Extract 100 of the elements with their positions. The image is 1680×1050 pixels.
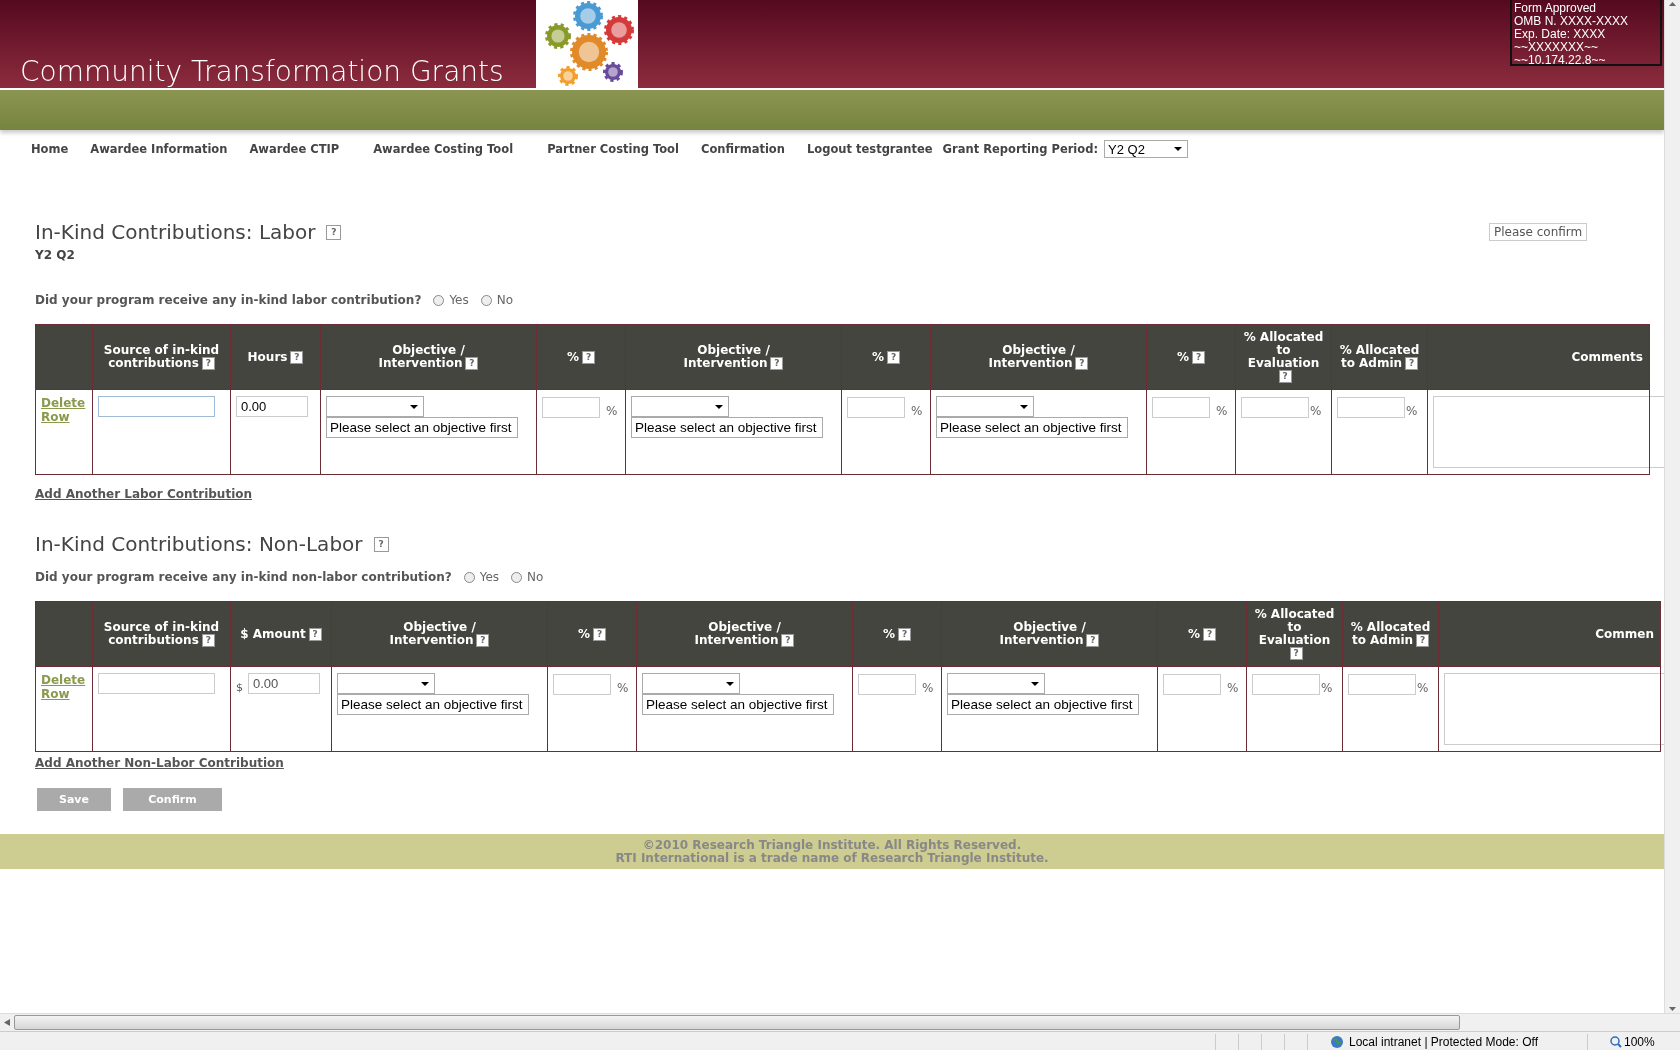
caret-icon (726, 681, 734, 686)
help-button[interactable]: ? (593, 627, 606, 641)
horizontal-scrollbar[interactable] (0, 1013, 1680, 1031)
zoom-level[interactable]: 100% (1624, 1035, 1680, 1049)
column-header: % ? (1146, 324, 1236, 390)
column-header: Objective / Intervention ? (320, 324, 537, 390)
scroll-up-icon[interactable] (1669, 2, 1676, 6)
column-header: % Allocated to Evaluation ? (1246, 601, 1343, 667)
objective-dropdown[interactable] (642, 673, 740, 694)
intervention-dropdown[interactable]: Please select an objective first (631, 417, 823, 438)
column-header: % ? (1157, 601, 1247, 667)
percent-sign: % (911, 404, 923, 418)
currency-sign: $ (236, 681, 243, 694)
help-button[interactable]: ? (1289, 647, 1303, 660)
percent-field[interactable] (1152, 397, 1210, 418)
column-header: Objective / Intervention ? (636, 601, 853, 667)
radio-button[interactable] (511, 571, 523, 583)
help-button[interactable]: ? (887, 350, 900, 364)
objective-dropdown[interactable] (936, 396, 1034, 417)
section-title: In-Kind Contributions: Non-Labor (35, 532, 363, 556)
percent-sign: % (1310, 404, 1322, 418)
percent-field[interactable] (847, 397, 905, 418)
percent-sign: % (1216, 404, 1228, 418)
percent-field[interactable] (1163, 674, 1221, 695)
column-header: % ? (841, 324, 931, 390)
help-button[interactable]: ? (582, 350, 595, 364)
nav-link[interactable]: Home (31, 142, 69, 156)
percent-sign: % (1321, 681, 1333, 695)
caret-icon (1020, 404, 1028, 409)
help-button[interactable]: ? (1086, 634, 1100, 647)
intervention-dropdown[interactable]: Please select an objective first (936, 417, 1128, 438)
caret-icon (421, 681, 429, 686)
help-button[interactable]: ? (201, 634, 215, 647)
radio-button[interactable] (463, 571, 475, 583)
help-button[interactable]: ? (1203, 627, 1216, 641)
intervention-dropdown[interactable]: Please select an objective first (326, 417, 518, 438)
radio-label: Yes (479, 570, 500, 584)
column-header: Hours ? (230, 324, 321, 390)
objective-dropdown[interactable] (947, 673, 1045, 694)
vertical-scrollbar[interactable] (1664, 0, 1680, 1013)
help-button[interactable]: ? (465, 357, 479, 370)
help-button[interactable]: ? (781, 634, 795, 647)
column-header: Source of in-kind contributions ? (92, 324, 231, 390)
nav-link[interactable]: Confirmation (700, 142, 785, 156)
column-header: % ? (536, 324, 626, 390)
nav-link[interactable]: Logout testgrantee (806, 142, 933, 156)
scroll-left-icon[interactable] (4, 1019, 10, 1026)
globe-icon (1330, 1035, 1344, 1049)
objective-dropdown[interactable] (631, 396, 729, 417)
site-title: Community Transformation Grants (20, 58, 505, 88)
hours-field[interactable]: 0.00 (236, 396, 308, 417)
help-button[interactable]: ? (1192, 350, 1205, 364)
scroll-down-icon[interactable] (1669, 1007, 1676, 1011)
percent-field[interactable] (553, 674, 611, 695)
percent-field[interactable] (542, 397, 600, 418)
column-header: Objective / Intervention ? (331, 601, 548, 667)
percent-field[interactable] (858, 674, 916, 695)
column-header: % ? (547, 601, 637, 667)
nav-link[interactable]: Awardee Costing Tool (373, 142, 514, 156)
help-button[interactable]: ? (1405, 357, 1419, 370)
intervention-dropdown[interactable]: Please select an objective first (337, 694, 529, 715)
add-contribution-link[interactable]: Add Another Labor Contribution (35, 487, 253, 501)
period-label: Grant Reporting Period: (942, 142, 1099, 156)
help-button[interactable]: ? (1278, 370, 1292, 383)
percent-field[interactable] (1348, 674, 1416, 695)
period-subtitle: Y2 Q2 (35, 248, 76, 262)
help-button[interactable]: ? (201, 357, 215, 370)
help-button[interactable]: ? (898, 627, 911, 641)
radio-label: No (496, 293, 514, 307)
source-field[interactable] (98, 673, 215, 694)
column-header: Source of in-kind contributions ? (92, 601, 231, 667)
nav-link[interactable]: Partner Costing Tool (547, 142, 679, 156)
help-button[interactable]: ? (326, 224, 342, 240)
help-button[interactable]: ? (1075, 357, 1089, 370)
period-dropdown[interactable]: Y2 Q2 (1104, 140, 1189, 158)
nav-link[interactable]: Awardee Information (90, 142, 228, 156)
comments-field[interactable] (1444, 673, 1664, 745)
add-contribution-link[interactable]: Add Another Non-Labor Contribution (35, 756, 284, 770)
objective-dropdown[interactable] (337, 673, 435, 694)
help-button[interactable]: ? (373, 536, 389, 552)
comments-field[interactable] (1433, 396, 1664, 468)
help-button[interactable]: ? (308, 627, 322, 641)
objective-dropdown[interactable] (326, 396, 424, 417)
caret-icon (410, 404, 418, 409)
percent-field[interactable] (1337, 397, 1405, 418)
help-button[interactable]: ? (1416, 634, 1430, 647)
intervention-dropdown[interactable]: Please select an objective first (642, 694, 834, 715)
intervention-dropdown[interactable]: Please select an objective first (947, 694, 1139, 715)
help-button[interactable]: ? (290, 350, 304, 364)
help-button[interactable]: ? (770, 357, 784, 370)
help-button[interactable]: ? (476, 634, 490, 647)
percent-field[interactable] (1252, 674, 1320, 695)
source-field[interactable] (98, 396, 215, 417)
amount-field[interactable]: 0.00 (248, 673, 320, 694)
radio-button[interactable] (433, 294, 445, 306)
percent-sign: % (1417, 681, 1429, 695)
radio-button[interactable] (480, 294, 492, 306)
confirm-notice: Please confirm (1489, 223, 1588, 241)
nav-link[interactable]: Awardee CTIP (249, 142, 340, 156)
percent-field[interactable] (1241, 397, 1309, 418)
